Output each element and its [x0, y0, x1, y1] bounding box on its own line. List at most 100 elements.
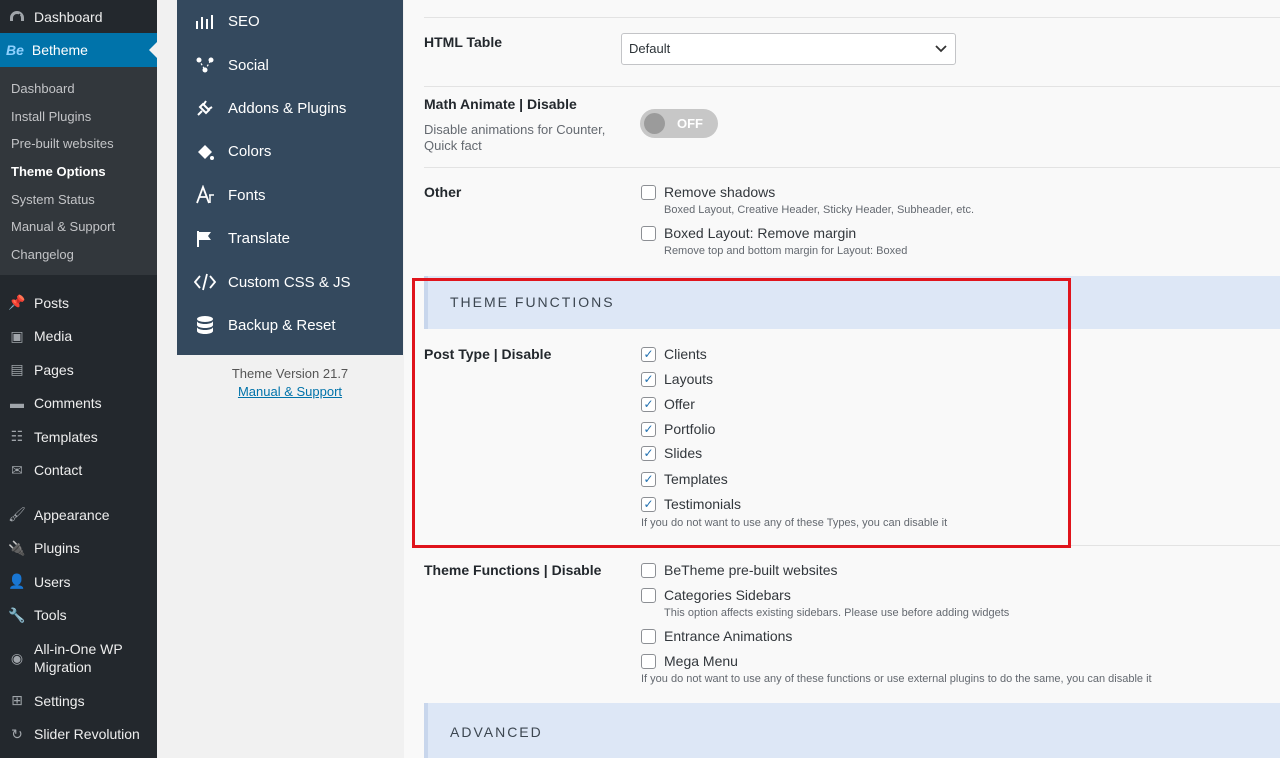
nav-seo[interactable]: SEO — [177, 0, 403, 43]
settings-icon: ⊞ — [11, 692, 23, 709]
option-math-animate: Math Animate | Disable Disable animation… — [424, 87, 1280, 168]
menu-tools-label: Tools — [34, 607, 67, 624]
tf-mega-menu[interactable]: Mega Menu — [641, 653, 738, 669]
theme-version-block: Theme Version 21.7 Manual & Support — [177, 365, 403, 401]
tf-mega-menu-checkbox[interactable] — [641, 653, 656, 669]
submenu-prebuilt-websites[interactable]: Pre-built websites — [0, 130, 157, 158]
nav-custom-css-label: Custom CSS & JS — [228, 273, 351, 291]
theme-options-nav: SEO Social Addons & Plugins Colors Fonts… — [177, 0, 403, 355]
flag-icon — [194, 228, 216, 250]
chevron-down-icon — [935, 34, 947, 75]
menu-comments[interactable]: ▬ Comments — [0, 386, 157, 420]
submenu-changelog[interactable]: Changelog — [0, 241, 157, 269]
social-icon — [194, 54, 216, 76]
pin-icon: 📌 — [8, 294, 26, 311]
betheme-submenu: Dashboard Install Plugins Pre-built webs… — [0, 67, 157, 275]
nav-backup-reset[interactable]: Backup & Reset — [177, 304, 403, 347]
option-other: Other Remove shadows Boxed Layout, Creat… — [424, 168, 1280, 275]
tf-prebuilt-checkbox[interactable] — [641, 562, 656, 578]
remove-shadows-option[interactable]: Remove shadows — [641, 184, 775, 200]
nav-addons-plugins[interactable]: Addons & Plugins — [177, 87, 403, 130]
dashboard-icon — [8, 8, 26, 26]
html-table-label: HTML Table — [424, 34, 503, 50]
toggle-knob — [644, 113, 665, 134]
section-advanced: ADVANCED — [424, 703, 1280, 758]
options-row-top — [424, 0, 1280, 18]
menu-slider-revolution[interactable]: ↻ Slider Revolution — [0, 717, 157, 751]
migration-icon: ◉ — [10, 649, 24, 666]
math-animate-toggle[interactable]: OFF — [640, 109, 718, 138]
refresh-icon: ↻ — [11, 725, 23, 742]
paint-bucket-icon — [194, 141, 216, 163]
media-icon: ▣ — [10, 327, 24, 344]
submenu-install-plugins[interactable]: Install Plugins — [0, 103, 157, 131]
menu-media[interactable]: ▣ Media — [0, 319, 157, 353]
menu-templates[interactable]: ☷ Templates — [0, 420, 157, 454]
tf-categories-sidebars[interactable]: Categories Sidebars — [641, 587, 791, 603]
remove-margin-checkbox[interactable] — [641, 225, 656, 241]
menu-migration-label: All-in-One WP Migration — [34, 640, 123, 675]
menu-pages-label: Pages — [34, 361, 74, 378]
tf-prebuilt[interactable]: BeTheme pre-built websites — [641, 562, 838, 578]
user-icon: 👤 — [8, 573, 26, 590]
database-icon — [194, 314, 216, 336]
menu-plugins-label: Plugins — [34, 540, 80, 557]
code-icon — [194, 271, 216, 293]
menu-tools[interactable]: 🔧 Tools — [0, 598, 157, 632]
menu-users[interactable]: 👤 Users — [0, 565, 157, 599]
menu-posts-label: Posts — [34, 294, 70, 311]
tf-categories-checkbox[interactable] — [641, 587, 656, 603]
theme-functions-label: Theme Functions | Disable — [424, 562, 602, 578]
nav-translate[interactable]: Translate — [177, 217, 403, 260]
menu-appearance[interactable]: 🖌 Appearance — [0, 498, 157, 532]
mail-icon: ✉ — [11, 461, 23, 478]
tf-categories-hint: This option affects existing sidebars. P… — [664, 607, 1010, 619]
remove-margin-option[interactable]: Boxed Layout: Remove margin — [641, 225, 856, 241]
betheme-logo-icon: Be — [6, 42, 24, 58]
plug-icon: 🔌 — [8, 539, 26, 556]
menu-betheme-label: Betheme — [31, 42, 88, 58]
tf-entrance-animations[interactable]: Entrance Animations — [641, 628, 792, 644]
tf-prebuilt-label: BeTheme pre-built websites — [664, 562, 838, 578]
brush-icon: 🖌 — [8, 506, 26, 523]
templates-icon: ☷ — [10, 428, 24, 445]
nav-seo-label: SEO — [228, 13, 260, 31]
nav-custom-css-js[interactable]: Custom CSS & JS — [177, 260, 403, 303]
menu-dashboard-label: Dashboard — [34, 8, 103, 25]
menu-media-label: Media — [34, 328, 73, 345]
pages-icon: ▤ — [10, 361, 24, 378]
nav-social[interactable]: Social — [177, 43, 403, 86]
menu-all-in-one-migration[interactable]: ◉ All-in-One WP Migration — [0, 632, 157, 684]
manual-support-link[interactable]: Manual & Support — [177, 383, 403, 401]
menu-settings[interactable]: ⊞ Settings — [0, 684, 157, 718]
submenu-manual-support[interactable]: Manual & Support — [0, 213, 157, 241]
tf-entrance-checkbox[interactable] — [641, 628, 656, 644]
menu-pages[interactable]: ▤ Pages — [0, 353, 157, 387]
menu-dashboard[interactable]: Dashboard — [0, 0, 157, 33]
menu-settings-label: Settings — [34, 692, 85, 709]
submenu-theme-options[interactable]: Theme Options — [0, 158, 157, 186]
math-animate-label: Math Animate | Disable — [424, 96, 577, 112]
remove-shadows-checkbox[interactable] — [641, 184, 656, 200]
tf-hint: If you do not want to use any of these f… — [641, 673, 1152, 685]
wrench-icon: 🔧 — [8, 606, 26, 623]
menu-contact[interactable]: ✉ Contact — [0, 453, 157, 487]
nav-translate-label: Translate — [228, 230, 290, 248]
theme-version: Theme Version 21.7 — [231, 366, 349, 381]
submenu-system-status[interactable]: System Status — [0, 186, 157, 214]
tf-categories-label: Categories Sidebars — [664, 587, 791, 603]
plug-icon — [194, 97, 216, 119]
nav-fonts[interactable]: Fonts — [177, 174, 403, 217]
remove-shadows-label: Remove shadows — [664, 184, 776, 200]
nav-colors[interactable]: Colors — [177, 130, 403, 173]
menu-betheme[interactable]: Be Betheme — [0, 33, 157, 67]
menu-appearance-label: Appearance — [34, 506, 110, 523]
menu-posts[interactable]: 📌 Posts — [0, 286, 157, 320]
admin-sidebar: Dashboard Be Betheme Dashboard Install P… — [0, 0, 157, 758]
nav-colors-label: Colors — [228, 143, 272, 161]
html-table-select[interactable]: Default — [621, 33, 956, 65]
menu-plugins[interactable]: 🔌 Plugins — [0, 531, 157, 565]
toggle-state: OFF — [677, 116, 703, 131]
remove-margin-hint: Remove top and bottom margin for Layout:… — [664, 245, 908, 257]
submenu-dashboard[interactable]: Dashboard — [0, 75, 157, 103]
